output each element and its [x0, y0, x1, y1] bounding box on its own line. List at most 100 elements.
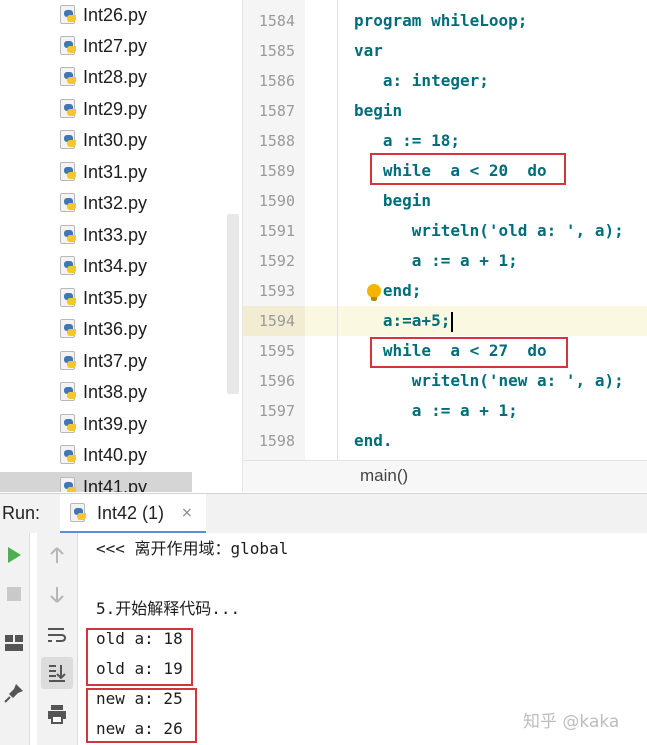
- line-number: 1596: [258, 372, 295, 390]
- down-arrow-icon[interactable]: [48, 586, 66, 604]
- tree-file-item[interactable]: Int28.py: [58, 62, 147, 92]
- highlight-box-while-2: [370, 337, 568, 368]
- soft-wrap-icon[interactable]: [47, 626, 67, 644]
- lightbulb-icon[interactable]: [367, 284, 381, 301]
- python-file-icon: [58, 5, 78, 25]
- line-number: 1591: [258, 222, 295, 240]
- tree-file-label: Int26.py: [83, 4, 148, 25]
- tree-file-item[interactable]: Int26.py: [58, 0, 147, 30]
- tree-file-label: Int39.py: [83, 413, 148, 434]
- python-file-icon: [58, 225, 78, 245]
- python-file-icon: [68, 503, 88, 523]
- tree-file-label: Int31.py: [83, 161, 148, 182]
- tree-file-item[interactable]: Int35.py: [58, 283, 147, 313]
- python-file-icon: [58, 130, 78, 150]
- up-arrow-icon[interactable]: [48, 546, 66, 564]
- line-number: 1584: [258, 12, 295, 30]
- python-file-icon: [58, 477, 78, 492]
- code-line: program whileLoop;: [354, 11, 528, 30]
- tree-file-item[interactable]: Int31.py: [58, 157, 147, 187]
- python-file-icon: [58, 67, 78, 87]
- tree-file-item[interactable]: Int27.py: [58, 31, 147, 61]
- run-panel-label: Run:: [2, 503, 41, 523]
- code-line: end.: [354, 431, 393, 450]
- line-number: 1597: [258, 402, 295, 420]
- code-line: begin: [354, 191, 432, 210]
- python-file-icon: [58, 351, 78, 371]
- line-number: 1592: [258, 252, 295, 270]
- code-line: a := 18;: [354, 131, 460, 150]
- highlight-box-while-1: [370, 153, 566, 185]
- console-toolbar: [37, 533, 78, 745]
- code-line: end;: [354, 281, 422, 300]
- scroll-to-end-icon: [49, 665, 66, 682]
- python-file-icon: [58, 162, 78, 182]
- print-icon[interactable]: [47, 704, 67, 724]
- tree-file-item[interactable]: Int36.py: [58, 314, 147, 344]
- tree-file-item[interactable]: Int33.py: [58, 220, 147, 250]
- run-icon[interactable]: [6, 546, 22, 564]
- code-line: writeln('old a: ', a);: [354, 221, 624, 240]
- breadcrumb-bar: main(): [243, 460, 647, 492]
- tree-file-item[interactable]: Int30.py: [58, 125, 147, 155]
- line-number: 1588: [258, 132, 295, 150]
- console-line: 5.开始解释代码...: [96, 599, 241, 618]
- python-file-icon: [58, 288, 78, 308]
- pin-icon[interactable]: [4, 683, 24, 703]
- tree-file-item-selected[interactable]: Int41.py: [0, 472, 192, 492]
- stop-icon[interactable]: [6, 586, 22, 602]
- line-number: 1589: [258, 162, 295, 180]
- code-line: writeln('new a: ', a);: [354, 371, 624, 390]
- watermark: 知乎 @kaka: [523, 712, 620, 732]
- line-number: 1598: [258, 432, 295, 450]
- project-tree: Int26.py Int27.py Int28.py Int29.py Int3…: [0, 0, 243, 492]
- tree-file-label: Int35.py: [83, 287, 148, 308]
- tree-file-label: Int36.py: [83, 318, 148, 339]
- run-panel-header: Run: Int42 (1) ×: [0, 493, 647, 534]
- python-file-icon: [58, 445, 78, 465]
- line-number: 1594: [258, 312, 295, 330]
- code-editor[interactable]: 1584 1585 1586 1587 1588 1589 1590 1591 …: [243, 0, 647, 460]
- run-toolbar: [0, 533, 30, 745]
- tree-file-item[interactable]: Int32.py: [58, 188, 147, 218]
- python-file-icon: [58, 36, 78, 56]
- tree-scrollbar[interactable]: [227, 214, 239, 394]
- tree-file-label: Int28.py: [83, 66, 148, 87]
- tree-file-label: Int27.py: [83, 35, 148, 56]
- tree-file-item[interactable]: Int40.py: [58, 440, 147, 470]
- tree-file-label: Int40.py: [83, 444, 148, 465]
- console-line: <<< 离开作用域：global: [96, 539, 289, 558]
- tree-file-label: Int38.py: [83, 381, 148, 402]
- breadcrumb-item[interactable]: main(): [360, 466, 408, 486]
- scroll-to-end-toggle[interactable]: [41, 657, 73, 689]
- run-tab[interactable]: Int42 (1) ×: [60, 494, 206, 534]
- tree-file-label: Int32.py: [83, 192, 148, 213]
- code-line: a: integer;: [354, 71, 489, 90]
- tree-file-label: Int33.py: [83, 224, 148, 245]
- tree-file-label: Int41.py: [83, 476, 148, 493]
- layout-icon[interactable]: [4, 634, 24, 652]
- tree-file-label: Int29.py: [83, 98, 148, 119]
- line-number: 1586: [258, 72, 295, 90]
- text-caret: [451, 311, 454, 332]
- tree-file-item[interactable]: Int38.py: [58, 377, 147, 407]
- tree-file-label: Int30.py: [83, 129, 148, 150]
- tree-file-item[interactable]: Int34.py: [58, 251, 147, 281]
- tree-file-item[interactable]: Int29.py: [58, 94, 147, 124]
- tree-file-label: Int37.py: [83, 350, 148, 371]
- code-line: a := a + 1;: [354, 251, 518, 270]
- python-file-icon: [58, 256, 78, 276]
- line-number: 1595: [258, 342, 295, 360]
- highlight-box-old-output: [86, 628, 193, 686]
- indent-guide: [337, 0, 338, 460]
- python-file-icon: [58, 319, 78, 339]
- python-file-icon: [58, 193, 78, 213]
- code-line: a := a + 1;: [354, 401, 518, 420]
- tree-file-item[interactable]: Int39.py: [58, 409, 147, 439]
- line-number: 1587: [258, 102, 295, 120]
- code-line-current: a:=a+5;: [354, 306, 454, 336]
- close-icon[interactable]: ×: [181, 505, 193, 521]
- tree-file-item[interactable]: Int37.py: [58, 346, 147, 376]
- line-number: 1593: [258, 282, 295, 300]
- run-tab-label: Int42 (1): [97, 503, 165, 523]
